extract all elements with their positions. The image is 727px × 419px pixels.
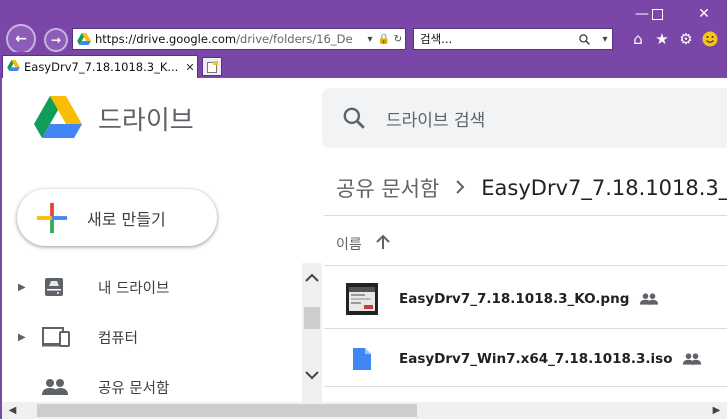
address-url[interactable]: https://drive.google.com/drive/folders/1… [95,32,363,46]
sidebar-item-label: 공유 문서함 [98,380,170,397]
expand-arrow-icon[interactable]: ▶ [2,282,42,293]
drive-favicon [7,60,20,74]
column-header-name[interactable]: 이름 [336,234,390,254]
lock-icon[interactable]: 🔒 [377,34,391,45]
breadcrumb-parent[interactable]: 공유 문서함 [336,173,439,203]
star-icon[interactable]: ★ [652,29,672,49]
search-icon[interactable] [322,105,386,131]
file-row[interactable]: EasyDrv7_7.18.1018.3_KO.png [324,270,727,328]
tab-title: EasyDrv7_7.18.1018.3_K... [24,60,179,74]
breadcrumb: 공유 문서함 EasyDrv7_7.18.1018.3_K [336,173,727,203]
computers-icon [42,325,98,349]
sidebar-scrollbar[interactable] [302,263,322,402]
plus-icon [17,201,87,235]
arrow-up-icon[interactable] [376,234,390,254]
shared-people-icon [42,377,98,397]
sidebar-item-label: 컴퓨터 [98,330,139,347]
google-drive-logo [34,96,82,138]
drive-search-placeholder: 드라이브 검색 [386,110,486,131]
address-bar[interactable]: https://drive.google.com/drive/folders/1… [72,28,406,50]
search-icon[interactable] [570,33,598,46]
home-icon[interactable]: ⌂ [628,29,648,49]
scrollbar-thumb[interactable] [37,404,417,417]
divider [324,386,727,387]
window-titlebar: — ✕ [0,0,727,28]
back-button[interactable]: ← [6,24,36,54]
file-row[interactable]: EasyDrv7_Win7.x64_7.18.1018.3.iso [324,330,727,388]
expand-arrow-icon[interactable]: ▶ [2,332,42,343]
browser-navbar: ← → https://drive.google.com/drive/folde… [0,24,727,54]
arrow-right-icon: → [50,33,62,47]
drive-search-bar[interactable]: 드라이브 검색 [322,88,727,148]
maximize-icon[interactable] [641,0,673,28]
breadcrumb-current[interactable]: EasyDrv7_7.18.1018.3_K [481,176,727,200]
refresh-icon[interactable]: ↻ [391,34,405,45]
column-header-label: 이름 [336,237,362,253]
browser-tabbar: EasyDrv7_7.18.1018.3_K... ✕ [0,52,727,78]
tab-close-icon[interactable]: ✕ [183,61,197,74]
divider [324,328,727,329]
sidebar-item-computers[interactable]: ▶ 컴퓨터 [2,315,298,359]
arrow-left-icon: ← [15,31,27,47]
sidebar-item-label: 내 드라이브 [98,280,170,297]
close-icon[interactable]: ✕ [688,0,720,28]
app-title: 드라이브 [98,106,194,136]
shared-people-icon [682,352,702,366]
forward-button[interactable]: → [44,28,68,52]
search-dropdown-icon[interactable]: ▾ [598,34,612,45]
scroll-right-icon[interactable]: ▶ [708,402,725,419]
shared-people-icon [639,292,659,306]
dropdown-icon[interactable]: ▾ [363,34,377,45]
drive-favicon [73,33,95,45]
file-name[interactable]: EasyDrv7_Win7.x64_7.18.1018.3.iso [399,351,672,367]
gear-icon[interactable]: ⚙ [676,29,696,49]
scroll-left-icon[interactable]: ◀ [4,402,21,419]
divider [324,265,727,266]
chevron-right-icon [455,178,465,199]
sidebar-item-my-drive[interactable]: ▶ 내 드라이브 [2,265,298,309]
smiley-icon[interactable] [700,29,720,49]
scroll-up-icon[interactable] [302,267,322,287]
new-button[interactable]: 새로 만들기 [17,189,217,246]
new-tab-icon [206,60,218,73]
sidebar-item-shared[interactable]: 공유 문서함 [2,365,298,402]
scroll-down-icon[interactable] [302,365,322,385]
divider [324,215,727,216]
new-button-label: 새로 만들기 [87,209,166,229]
file-doc-icon [324,348,399,370]
browser-search-input[interactable]: 검색... ▾ [413,28,613,50]
horizontal-scrollbar[interactable]: ◀ ▶ [0,402,727,419]
new-tab-button[interactable] [202,57,222,76]
drive-page: 드라이브 드라이브 검색 새로 만들기 ▶ 내 드라이브 ▶ 컴퓨터 공유 문서… [0,78,727,402]
my-drive-icon [42,275,98,299]
scrollbar-thumb[interactable] [304,307,320,329]
image-thumbnail-icon [324,283,399,315]
file-name[interactable]: EasyDrv7_7.18.1018.3_KO.png [399,291,629,307]
browser-tab[interactable]: EasyDrv7_7.18.1018.3_K... ✕ [2,55,198,78]
